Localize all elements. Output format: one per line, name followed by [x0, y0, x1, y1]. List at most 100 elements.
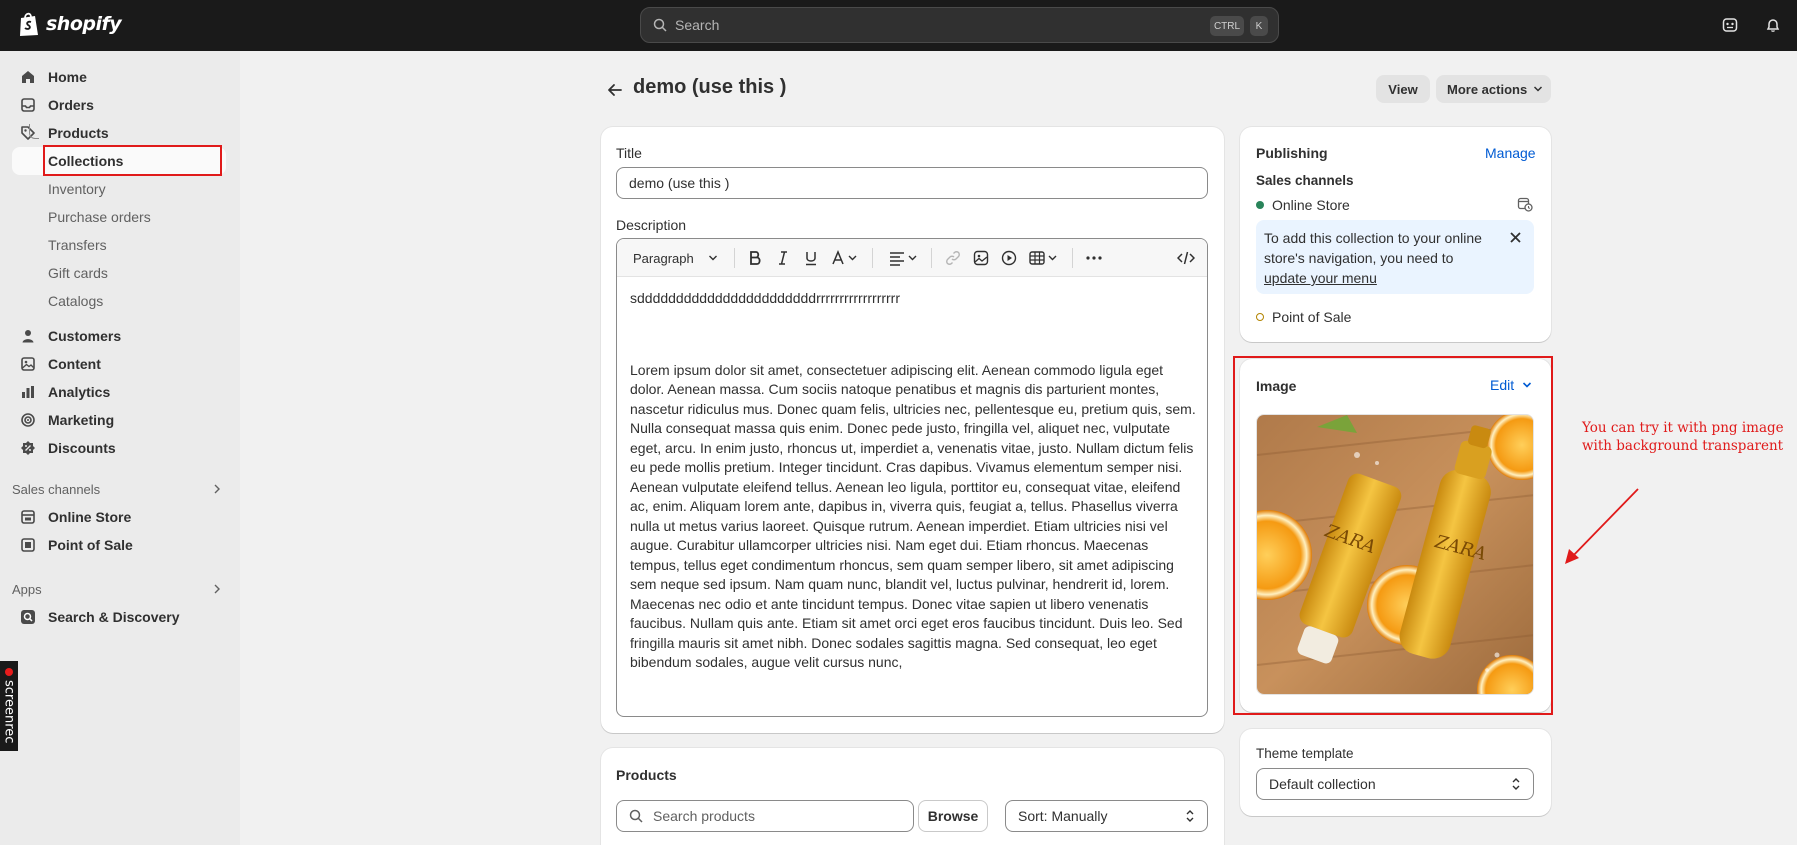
update-menu-link[interactable]: update your menu: [1264, 270, 1377, 286]
home-icon: [22, 71, 34, 83]
screenrec-label: screenrec: [1, 680, 17, 744]
nav-customers-label: Customers: [48, 328, 122, 344]
nav-discounts[interactable]: Discounts: [12, 434, 226, 462]
search-placeholder: Search: [675, 17, 720, 33]
underline-icon[interactable]: [803, 250, 819, 266]
image-title: Image: [1256, 378, 1297, 394]
nav-products[interactable]: Products: [12, 119, 226, 147]
more-actions-label: More actions: [1447, 81, 1528, 97]
nav-catalogs[interactable]: Catalogs: [48, 288, 103, 314]
collection-image[interactable]: ZARA ZARA: [1256, 414, 1534, 695]
table-icon[interactable]: [1029, 250, 1059, 266]
target-icon: [21, 413, 35, 427]
search-icon: [629, 809, 643, 823]
top-bar: shopify Search CTRL K: [0, 0, 1797, 51]
close-icon[interactable]: [1509, 231, 1522, 244]
theme-template-value: Default collection: [1269, 776, 1376, 792]
description-editor[interactable]: Paragraph sdddddddddddddddddddddddrrrrrr…: [616, 238, 1208, 717]
nav-search-discovery[interactable]: Search & Discovery: [12, 603, 226, 631]
record-dot-icon: [5, 668, 13, 677]
back-arrow-icon[interactable]: [605, 80, 625, 100]
nav-purchase-orders[interactable]: Purchase orders: [48, 204, 151, 230]
shopify-bag-icon: [20, 12, 38, 36]
view-button[interactable]: View: [1376, 75, 1430, 103]
search-products-placeholder: Search products: [653, 808, 755, 824]
shopify-logo[interactable]: shopify: [18, 11, 122, 37]
store-icon: [21, 510, 35, 524]
sort-select-value: Sort: Manually: [1018, 808, 1108, 824]
banner-text: To add this collection to your online st…: [1264, 230, 1482, 266]
title-input[interactable]: demo (use this ): [616, 167, 1208, 199]
schedule-icon[interactable]: [1517, 196, 1533, 212]
image-icon: [21, 357, 35, 371]
more-options-icon[interactable]: [1085, 250, 1103, 266]
edit-image-menu[interactable]: Edit: [1490, 377, 1532, 393]
nav-orders-label: Orders: [48, 97, 94, 113]
nav-point-of-sale[interactable]: Point of Sale: [12, 531, 226, 559]
theme-template-select[interactable]: Default collection: [1256, 768, 1534, 800]
nav-marketing-label: Marketing: [48, 412, 115, 428]
code-view-icon[interactable]: [1177, 250, 1195, 266]
apps-section[interactable]: Apps: [12, 579, 226, 599]
point-of-sale-channel: Point of Sale: [1272, 309, 1352, 325]
person-icon: [22, 330, 34, 343]
italic-icon[interactable]: [775, 250, 791, 266]
sales-channels-section[interactable]: Sales channels: [12, 479, 226, 499]
nav-online-store-label: Online Store: [48, 509, 132, 525]
inbox-icon: [21, 98, 35, 112]
search-products-input[interactable]: Search products: [616, 800, 914, 832]
nav-home[interactable]: Home: [12, 63, 226, 91]
insert-image-icon[interactable]: [973, 250, 989, 266]
description-first-line: sdddddddddddddddddddddddrrrrrrrrrrrrrrrr…: [630, 290, 900, 306]
bell-icon[interactable]: [1762, 14, 1784, 36]
title-input-value: demo (use this ): [629, 175, 730, 191]
product-photo: ZARA ZARA: [1257, 415, 1533, 694]
description-content[interactable]: sdddddddddddddddddddddddrrrrrrrrrrrrrrrr…: [630, 289, 1200, 673]
brand-name: shopify: [46, 13, 122, 35]
align-icon[interactable]: [889, 250, 919, 266]
search-bar[interactable]: Search CTRL K: [640, 7, 1279, 43]
nav-discounts-label: Discounts: [48, 440, 116, 456]
publishing-title: Publishing: [1256, 145, 1328, 161]
text-color-icon[interactable]: [831, 250, 859, 266]
nav-content-label: Content: [48, 356, 101, 372]
editor-toolbar: Paragraph: [617, 239, 1207, 277]
screenrec-badge[interactable]: screenrec: [0, 661, 18, 751]
discount-icon: [21, 441, 35, 455]
bold-icon[interactable]: [747, 250, 763, 266]
nav-online-store[interactable]: Online Store: [12, 503, 226, 531]
select-arrows-icon: [1512, 778, 1520, 790]
search-icon: [653, 18, 667, 32]
products-title: Products: [616, 767, 677, 783]
toolbar-divider: [1072, 248, 1073, 268]
browse-button[interactable]: Browse: [918, 800, 988, 832]
nav-content[interactable]: Content: [12, 350, 226, 378]
link-icon[interactable]: [945, 250, 961, 266]
nav-orders[interactable]: Orders: [12, 91, 226, 119]
toolbar-divider: [872, 248, 873, 268]
nav-marketing[interactable]: Marketing: [12, 406, 226, 434]
nav-customers[interactable]: Customers: [12, 322, 226, 350]
description-body: Lorem ipsum dolor sit amet, consectetuer…: [630, 361, 1196, 671]
pos-icon: [21, 538, 35, 552]
nav-analytics[interactable]: Analytics: [12, 378, 226, 406]
nav-inventory[interactable]: Inventory: [48, 176, 106, 202]
manage-link[interactable]: Manage: [1485, 145, 1536, 161]
chevron-down-icon: [1523, 382, 1532, 388]
chevron-right-icon: [214, 484, 220, 494]
chevron-down-icon: [1534, 86, 1543, 92]
annotation-note: You can try it with png image with backg…: [1582, 420, 1784, 454]
title-label: Title: [616, 145, 642, 161]
select-arrows-icon: [1186, 810, 1194, 822]
insert-video-icon[interactable]: [1001, 250, 1017, 266]
store-avatar-icon[interactable]: [1719, 14, 1741, 36]
nav-transfers[interactable]: Transfers: [48, 232, 107, 258]
more-actions-button[interactable]: More actions: [1436, 75, 1551, 103]
ctrl-key-hint: CTRL: [1210, 16, 1244, 36]
toolbar-divider: [931, 248, 932, 268]
nav-gift-cards[interactable]: Gift cards: [48, 260, 108, 286]
sort-select[interactable]: Sort: Manually: [1005, 800, 1208, 832]
paragraph-format-select[interactable]: Paragraph: [633, 250, 718, 266]
nav-home-label: Home: [48, 69, 87, 85]
nav-search-discovery-label: Search & Discovery: [48, 609, 180, 625]
